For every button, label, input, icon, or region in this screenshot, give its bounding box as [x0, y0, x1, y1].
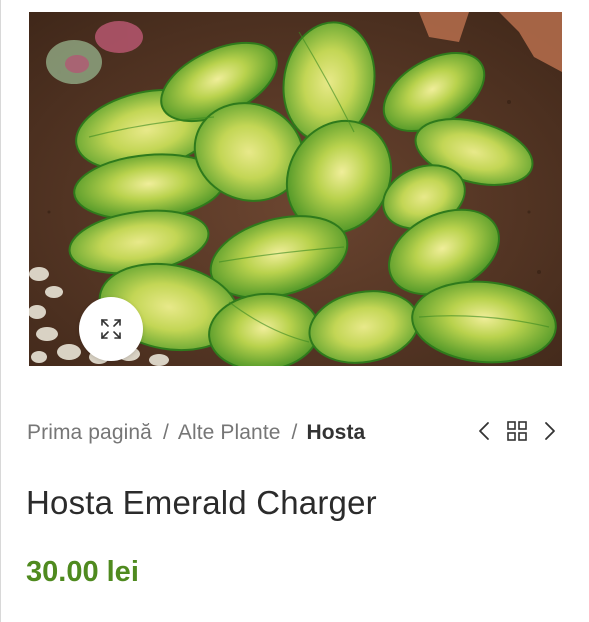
chevron-left-icon	[477, 420, 491, 447]
product-page: Prima pagină / Alte Plante / Hosta Hosta…	[0, 0, 589, 622]
next-product-button[interactable]	[539, 419, 561, 447]
breadcrumb-current: Hosta	[306, 421, 366, 444]
product-price: 30.00 lei	[26, 556, 139, 588]
previous-product-button[interactable]	[473, 419, 495, 447]
breadcrumb-separator: /	[162, 421, 169, 444]
breadcrumb: Prima pagină / Alte Plante / Hosta	[27, 421, 365, 445]
expand-arrows-icon	[100, 318, 122, 340]
breadcrumb-home-link[interactable]: Prima pagină	[27, 421, 152, 444]
grid-icon	[506, 420, 528, 447]
chevron-right-icon	[543, 420, 557, 447]
breadcrumb-separator: /	[291, 421, 298, 444]
product-navigation	[473, 419, 563, 447]
breadcrumb-category-link[interactable]: Alte Plante	[178, 421, 281, 444]
zoom-button[interactable]	[79, 297, 143, 361]
product-title: Hosta Emerald Charger	[26, 484, 377, 521]
back-to-category-button[interactable]	[504, 419, 530, 447]
product-image[interactable]	[29, 12, 562, 366]
